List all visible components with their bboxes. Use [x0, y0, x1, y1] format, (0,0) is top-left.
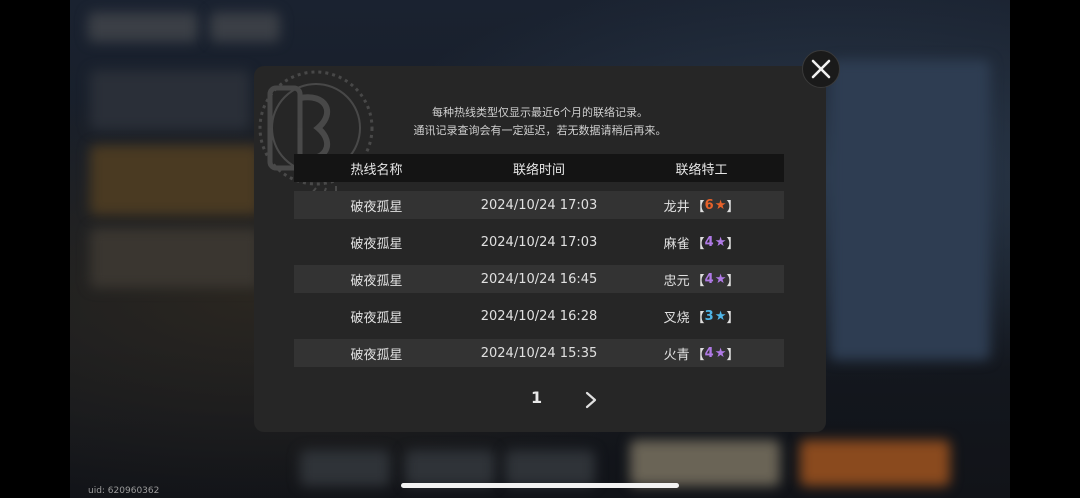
contact-time: 2024/10/24 15:35 [480, 345, 598, 361]
bg-blur [90, 145, 260, 215]
notice-line-1: 每种热线类型仅显示最近6个月的联络记录。 [432, 106, 648, 119]
current-page-number: 1 [531, 388, 543, 407]
contact-time: 2024/10/24 17:03 [480, 234, 598, 250]
table-header: 热线名称 联络时间 联络特工 [294, 154, 784, 182]
rank-star-icon: ★ [714, 308, 727, 324]
agent-rank: 【 3 ★ 】 [692, 307, 740, 326]
table-row: 破夜孤星 2024/10/24 15:35 火青 【 4 ★ 】 [294, 339, 784, 367]
rank-star-icon: ★ [714, 345, 727, 361]
agent-cell: 火青 【 4 ★ 】 [619, 344, 784, 363]
home-indicator[interactable] [401, 483, 679, 488]
uid-label: uid: 620960362 [88, 486, 160, 496]
agent-cell: 忠元 【 4 ★ 】 [619, 270, 784, 289]
chevron-right-icon [585, 391, 597, 409]
hotline-name: 破夜孤星 [350, 236, 403, 252]
agent-rank: 【 6 ★ 】 [692, 196, 740, 215]
bg-blur [210, 12, 280, 42]
rank-bracket-close: 】 [726, 310, 740, 326]
agent-name: 火青 [663, 347, 690, 363]
close-button[interactable] [802, 50, 840, 88]
rank-bracket-close: 】 [726, 347, 740, 363]
rank-bracket-open: 【 [691, 347, 705, 363]
rank-bracket-open: 【 [691, 236, 705, 252]
rank-number: 4 [704, 271, 714, 287]
agent-name: 龙井 [663, 199, 690, 215]
header-hotline-name: 热线名称 [350, 162, 403, 178]
agent-rank: 【 4 ★ 】 [692, 233, 740, 252]
rank-bracket-close: 】 [726, 273, 740, 289]
hotline-name: 破夜孤星 [350, 347, 403, 363]
agent-cell: 叉烧 【 3 ★ 】 [619, 307, 784, 326]
rank-number: 4 [704, 234, 714, 250]
table-row: 破夜孤星 2024/10/24 16:28 叉烧 【 3 ★ 】 [294, 302, 784, 330]
bg-blur [830, 60, 990, 360]
rank-number: 3 [704, 308, 714, 324]
table-row: 破夜孤星 2024/10/24 17:03 麻雀 【 4 ★ 】 [294, 228, 784, 256]
header-contact-agent: 联络特工 [675, 162, 728, 178]
notice-text: 每种热线类型仅显示最近6个月的联络记录。 通讯记录查询会有一定延迟，若无数据请稍… [254, 104, 826, 140]
agent-name: 麻雀 [663, 236, 690, 252]
rank-number: 4 [704, 345, 714, 361]
close-icon [811, 59, 831, 79]
contact-time: 2024/10/24 17:03 [480, 197, 598, 213]
bg-blur [800, 440, 950, 486]
agent-name: 叉烧 [663, 310, 690, 326]
notice-line-2: 通讯记录查询会有一定延迟，若无数据请稍后再来。 [413, 124, 667, 137]
agent-rank: 【 4 ★ 】 [692, 270, 740, 289]
record-list: 破夜孤星 2024/10/24 17:03 龙井 【 6 ★ 】 破夜孤星 20… [294, 191, 784, 376]
bg-blur [405, 450, 495, 486]
rank-star-icon: ★ [714, 234, 727, 250]
agent-cell: 龙井 【 6 ★ 】 [619, 196, 784, 215]
hotline-name: 破夜孤星 [350, 310, 403, 326]
rank-star-icon: ★ [714, 197, 727, 213]
bg-blur [630, 440, 780, 486]
table-row: 破夜孤星 2024/10/24 16:45 忠元 【 4 ★ 】 [294, 265, 784, 293]
table-row: 破夜孤星 2024/10/24 17:03 龙井 【 6 ★ 】 [294, 191, 784, 219]
bg-blur [90, 228, 260, 288]
call-record-dialog: 每种热线类型仅显示最近6个月的联络记录。 通讯记录查询会有一定延迟，若无数据请稍… [254, 66, 826, 432]
rank-bracket-close: 】 [726, 236, 740, 252]
contact-time: 2024/10/24 16:28 [480, 308, 598, 324]
rank-star-icon: ★ [714, 271, 727, 287]
contact-time: 2024/10/24 16:45 [480, 271, 598, 287]
agent-cell: 麻雀 【 4 ★ 】 [619, 233, 784, 252]
rank-bracket-open: 【 [691, 310, 705, 326]
rank-number: 6 [704, 197, 714, 213]
rank-bracket-close: 】 [726, 199, 740, 215]
rank-bracket-open: 【 [691, 273, 705, 289]
bg-blur [90, 70, 250, 130]
hotline-name: 破夜孤星 [350, 273, 403, 289]
bg-blur [300, 450, 390, 486]
pagination: 1 [254, 386, 826, 414]
agent-name: 忠元 [663, 273, 690, 289]
bg-blur [505, 450, 595, 486]
bg-blur [88, 12, 198, 42]
header-contact-time: 联络时间 [512, 162, 565, 178]
rank-bracket-open: 【 [691, 199, 705, 215]
hotline-name: 破夜孤星 [350, 199, 403, 215]
agent-rank: 【 4 ★ 】 [692, 344, 740, 363]
next-page-button[interactable] [580, 388, 602, 412]
